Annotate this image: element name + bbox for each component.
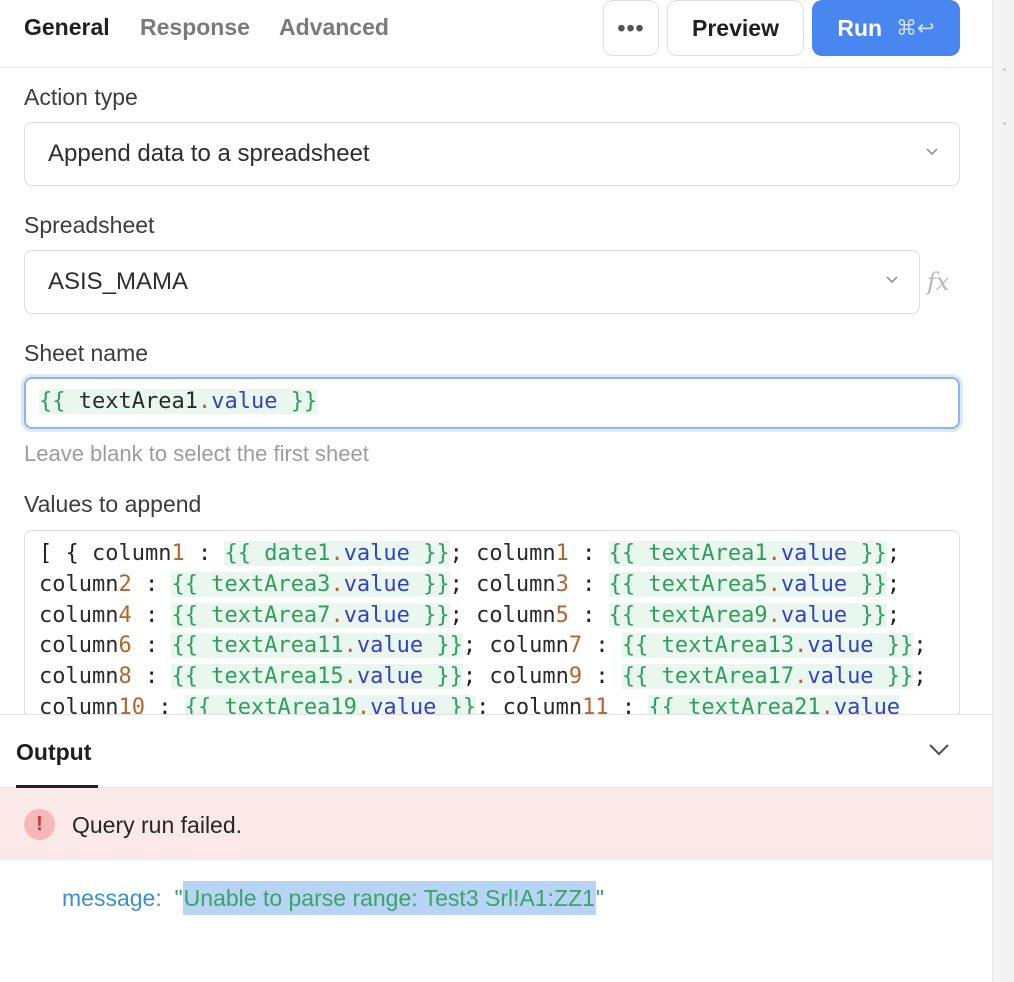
query-editor-panel: General Response Advanced ••• Preview Ru… [0,0,992,982]
spreadsheet-value: ASIS_MAMA [48,268,189,295]
tab-response[interactable]: Response [140,14,250,41]
run-button-label: Run [837,14,883,41]
output-tab[interactable]: Output [16,739,91,766]
preview-button[interactable]: Preview [667,0,804,56]
sheet-name-label: Sheet name [24,340,149,366]
fx-icon[interactable]: fx [927,268,949,296]
quote-mark: " [595,885,605,911]
chevron-down-icon [926,148,938,156]
template-property: value [211,389,278,414]
code-line: column8 : {{ textArea15.value }}; column… [39,664,927,689]
output-panel: Output ! Query run failed. message: "Una… [0,714,992,982]
spreadsheet-select[interactable]: ASIS_MAMA [24,250,920,314]
keyboard-shortcut-icon: ⌘↩ [896,16,935,40]
code-line: column2 : {{ textArea3.value }}; column3… [39,572,901,597]
template-dot: . [197,389,212,414]
error-icon: ! [24,809,55,840]
tab-general[interactable]: General [24,14,110,41]
template-variable: textArea1 [78,389,198,414]
chevron-down-icon [886,276,898,284]
message-key: message: [62,885,162,911]
sheet-name-hint: Leave blank to select the first sheet [24,441,369,466]
scrollbar-grip [1003,122,1006,125]
chevron-down-icon[interactable] [928,743,950,757]
values-to-append-editor[interactable]: [ { column1 : {{ date1.value }}; column1… [24,530,960,730]
action-type-value: Append data to a spreadsheet [48,140,370,167]
code-line: [ { column1 : {{ date1.value }}; column1… [39,541,901,566]
code-line: column6 : {{ textArea11.value }}; column… [39,633,927,658]
spreadsheet-label: Spreadsheet [24,212,155,238]
message-value[interactable]: Unable to parse range: Test3 Srl!A1:ZZ1 [182,881,596,915]
template-close: }} [277,389,318,414]
error-message: Query run failed. [72,812,243,838]
action-type-select[interactable]: Append data to a spreadsheet [24,122,960,186]
sheet-name-input[interactable]: {{ textArea1.value }} [24,377,960,429]
sheet-name-expression: {{ textArea1.value }} [39,389,318,414]
template-open: {{ [39,389,79,414]
scrollbar-grip [1003,68,1006,71]
error-detail: message: "Unable to parse range: Test3 S… [62,881,605,915]
more-options-button[interactable]: ••• [603,0,659,56]
page-scrollbar[interactable] [992,0,1014,982]
values-to-append-label: Values to append [24,491,202,517]
run-button[interactable]: Run ⌘↩ [812,0,960,56]
ellipsis-icon: ••• [617,14,645,41]
query-editor-header: General Response Advanced ••• Preview Ru… [0,0,992,68]
tab-advanced[interactable]: Advanced [279,14,389,41]
action-type-label: Action type [24,84,138,110]
code-line: column4 : {{ textArea7.value }}; column5… [39,603,901,628]
quote-mark: " [168,885,183,911]
error-banner: ! Query run failed. [0,788,992,860]
